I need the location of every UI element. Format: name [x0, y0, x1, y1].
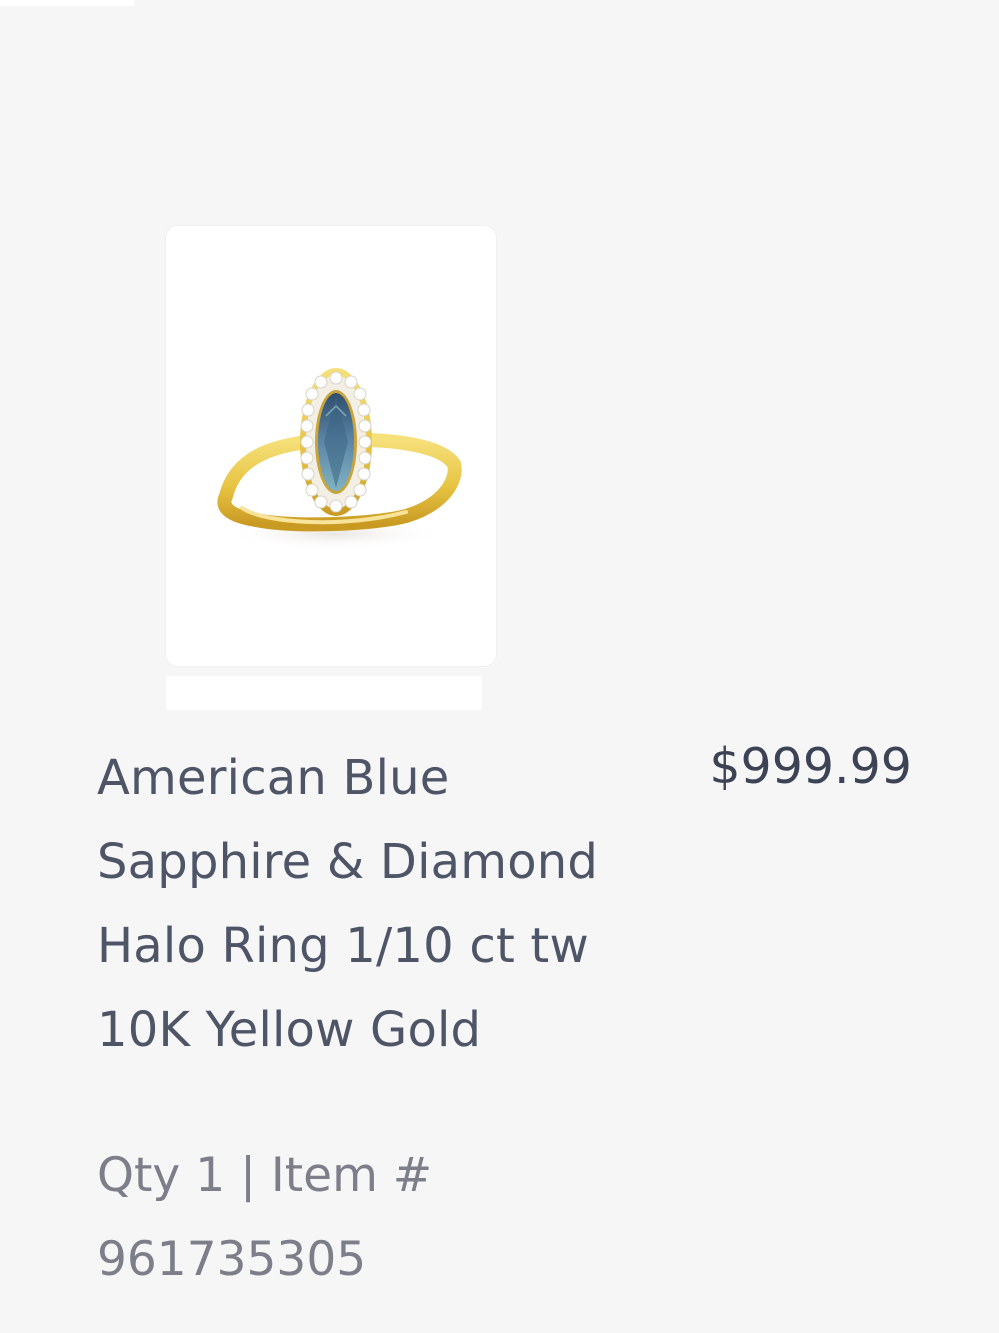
- ring-image: [217, 368, 462, 550]
- product-title[interactable]: American Blue Sapphire & Diamond Halo Ri…: [97, 736, 677, 1072]
- product-price: $999.99: [709, 738, 912, 795]
- meta-separator: |: [240, 1148, 256, 1203]
- top-strip: [0, 0, 134, 6]
- qty-value: 1: [195, 1148, 226, 1203]
- product-image-frame: [166, 226, 496, 666]
- qty-item-line: Qty 1 | Item #: [97, 1134, 617, 1218]
- product-image-card[interactable]: [166, 226, 496, 710]
- item-number-label: Item #: [270, 1148, 433, 1203]
- image-bottom-strip: [166, 676, 482, 710]
- product-meta: Qty 1 | Item # 961735305: [97, 1134, 617, 1302]
- qty-label: Qty: [97, 1148, 181, 1203]
- item-number: 961735305: [97, 1232, 367, 1287]
